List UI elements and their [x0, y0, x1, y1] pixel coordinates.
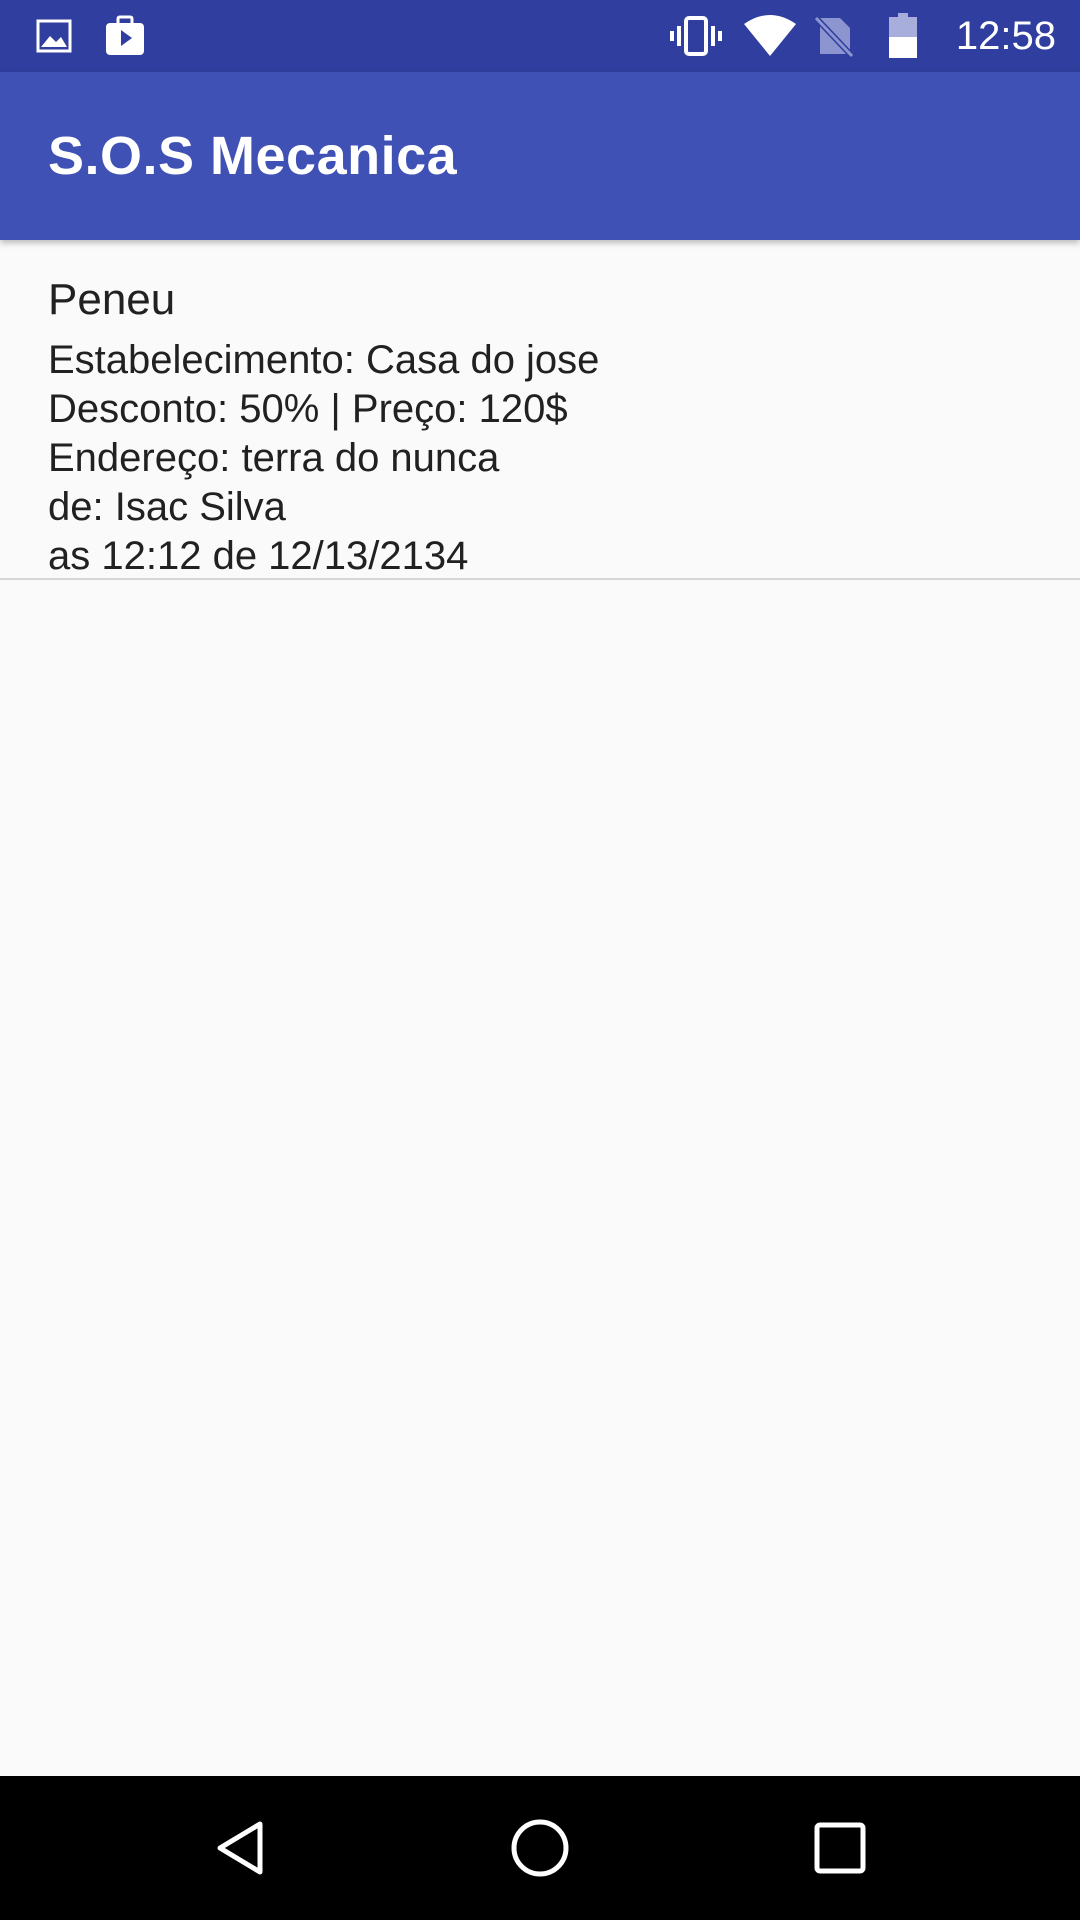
back-icon[interactable] — [204, 1812, 276, 1884]
status-bar: 12:58 — [0, 0, 1080, 72]
item-author: de: Isac Silva — [48, 485, 286, 529]
app-title: S.O.S Mecanica — [48, 126, 458, 186]
status-time: 12:58 — [955, 14, 1056, 58]
battery-icon — [886, 12, 920, 60]
image-icon — [34, 12, 74, 60]
list-item[interactable]: Peneu Estabelecimento: Casa do jose Desc… — [0, 240, 1080, 580]
offer-list: Peneu Estabelecimento: Casa do jose Desc… — [0, 240, 1080, 580]
item-title: Peneu — [48, 275, 176, 324]
navigation-bar — [0, 1776, 1080, 1920]
vibrate-icon — [668, 12, 724, 60]
item-establishment: Estabelecimento: Casa do jose — [48, 338, 600, 382]
play-store-icon — [102, 12, 148, 60]
app-bar: S.O.S Mecanica — [0, 72, 1080, 240]
home-icon[interactable] — [504, 1812, 576, 1884]
item-datetime: as 12:12 de 12/13/2134 — [48, 534, 469, 578]
no-sim-icon — [812, 12, 856, 60]
item-address: Endereço: terra do nunca — [48, 436, 500, 480]
wifi-icon — [742, 12, 798, 60]
item-discount-price: Desconto: 50% | Preço: 120$ — [48, 387, 568, 431]
screen: 12:58 S.O.S Mecanica Peneu Estabelecimen… — [0, 0, 1080, 1920]
recents-icon[interactable] — [804, 1812, 876, 1884]
